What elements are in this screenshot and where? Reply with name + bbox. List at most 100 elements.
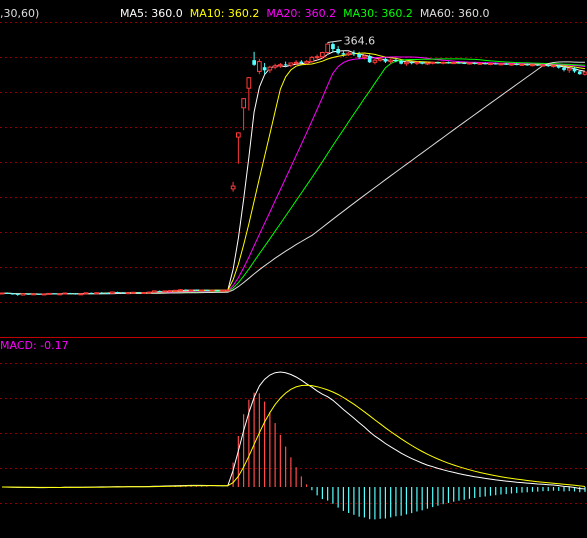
annotation-label: 364.6 — [344, 35, 376, 48]
candle-body — [509, 63, 514, 66]
candle-body — [514, 64, 519, 66]
candle-body — [52, 293, 57, 295]
candle-body — [451, 62, 457, 65]
ma60-line — [1, 61, 585, 295]
candle-body — [331, 44, 335, 49]
candle-body — [309, 56, 315, 63]
candle-body — [0, 292, 5, 295]
candle-body — [446, 62, 451, 64]
candlesticks — [0, 42, 587, 296]
candle-body — [125, 292, 131, 295]
candle-body — [173, 289, 178, 292]
candle-body — [31, 293, 36, 296]
legend-item-ma60: MA60: 360.0 — [419, 7, 490, 20]
ma-legend: MA5: 360.0 MA10: 360.2 MA20: 360.2 MA30:… — [120, 7, 490, 20]
candle-body — [535, 64, 540, 66]
candle-body — [283, 64, 288, 66]
candle-body — [577, 71, 582, 75]
candle-body — [272, 65, 278, 68]
candle-body — [199, 289, 204, 292]
candle-body — [488, 63, 493, 65]
candle-body — [362, 55, 367, 58]
candle-body — [546, 65, 551, 67]
candle-body — [278, 64, 283, 67]
candle-body — [121, 292, 125, 294]
candle-body — [78, 293, 84, 296]
candle-body — [167, 290, 173, 293]
stock-chart: 364.6 MACD: -0.17 — [0, 22, 587, 520]
candle-body — [462, 63, 467, 64]
candle-body — [519, 63, 525, 66]
candle-body — [498, 63, 504, 66]
candle-body — [57, 293, 63, 296]
candle-body — [230, 185, 236, 190]
candle-body — [94, 292, 99, 295]
legend-item-ma20: MA20: 360.2 — [266, 7, 344, 20]
candle-body — [46, 292, 52, 295]
macd-label: MACD: -0.17 — [0, 339, 69, 352]
candle-body — [178, 289, 183, 292]
candle-body — [430, 61, 435, 64]
candle-body — [26, 293, 31, 295]
candle-body — [404, 61, 409, 65]
candle-body — [572, 68, 577, 72]
candle-body — [493, 63, 498, 65]
legend-item-ma5: MA5: 360.0 — [120, 7, 190, 20]
candle-body — [436, 62, 440, 64]
candle-body — [420, 62, 424, 64]
candle-body — [225, 289, 231, 292]
candle-body — [184, 289, 188, 291]
candle-body — [194, 289, 199, 291]
candle-body — [409, 62, 414, 64]
candle-body — [467, 62, 472, 65]
candle-body — [483, 63, 488, 65]
candle-body — [152, 290, 157, 293]
candle-body — [246, 77, 252, 89]
candle-body — [73, 293, 78, 295]
candle-body — [367, 56, 372, 63]
candle-body — [236, 132, 241, 138]
candle-body — [383, 58, 388, 62]
candle-body — [425, 62, 430, 65]
candle-body — [540, 64, 546, 67]
candle-body — [414, 61, 420, 64]
candle-body — [36, 293, 41, 295]
candle-body — [162, 290, 168, 293]
candle-body — [15, 293, 20, 295]
candle-body — [68, 293, 73, 294]
candle-body — [372, 59, 378, 63]
candle-body — [267, 66, 273, 71]
candle-body — [215, 290, 220, 292]
candle-body — [346, 52, 351, 56]
candle-body — [105, 293, 109, 295]
candle-body — [110, 291, 115, 294]
candle-body — [241, 98, 247, 109]
candle-body — [314, 56, 320, 59]
candle-body — [399, 60, 403, 64]
candle-body — [293, 61, 299, 64]
candle-body — [352, 53, 356, 55]
ma30-line — [1, 58, 586, 295]
candle-body — [530, 64, 535, 67]
candle-body — [525, 64, 530, 66]
candle-body — [357, 53, 361, 58]
candle-body — [562, 67, 566, 70]
macd-dea-line — [2, 384, 586, 489]
candle-body — [262, 67, 267, 71]
candle-body — [157, 290, 162, 292]
macd-histogram — [6, 392, 586, 520]
candle-body — [146, 291, 152, 294]
candle-body — [377, 58, 383, 61]
candle-body — [325, 43, 330, 53]
candle-body — [252, 60, 256, 65]
candle-body — [341, 53, 346, 55]
candle-body — [566, 67, 572, 71]
macd-dif-line — [1, 371, 586, 490]
macd-lines — [1, 371, 586, 490]
candle-body — [62, 292, 68, 295]
candle-body — [388, 59, 393, 63]
candle-body — [477, 62, 483, 65]
candle-body — [304, 61, 309, 64]
ma20-line — [1, 56, 586, 295]
candle-body — [504, 63, 509, 65]
